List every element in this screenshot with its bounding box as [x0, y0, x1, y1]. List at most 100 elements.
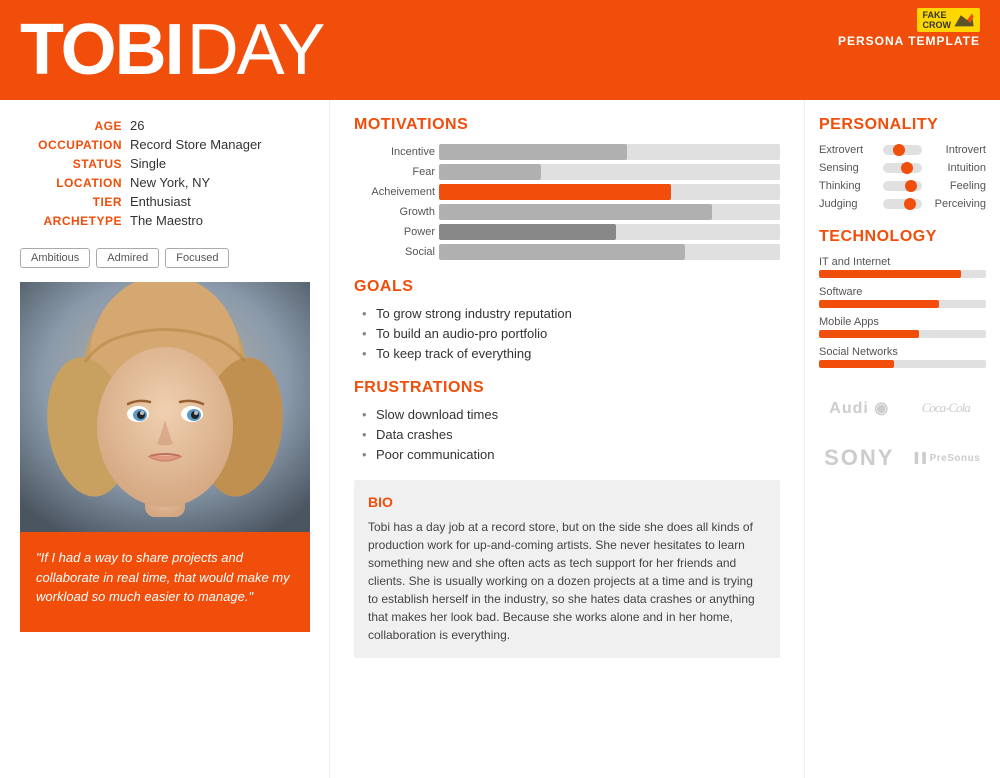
motivation-bar-row: Power [354, 224, 780, 240]
occupation-value: Record Store Manager [130, 137, 262, 152]
status-row: STATUS Single [22, 156, 307, 171]
middle-column: MOTIVATIONS IncentiveFearAcheivementGrow… [330, 100, 805, 778]
personality-section: PERSONALITY ExtrovertIntrovertSensingInt… [819, 116, 986, 210]
archetype-value: The Maestro [130, 213, 203, 228]
location-row: LOCATION New York, NY [22, 175, 307, 190]
first-name: TOBI [20, 14, 183, 86]
bar-track [439, 164, 780, 180]
tech-label: Mobile Apps [819, 316, 986, 328]
tech-bar-track [819, 330, 986, 338]
tech-label: Software [819, 286, 986, 298]
bar-track [439, 184, 780, 200]
profile-photo [20, 282, 310, 532]
bio-text: Tobi has a day job at a record store, bu… [368, 518, 766, 644]
bar-fill [439, 164, 541, 180]
trait-track [883, 199, 922, 209]
list-item: Slow download times [362, 407, 780, 422]
status-value: Single [130, 156, 166, 171]
frustrations-section: FRUSTRATIONS Slow download times Data cr… [354, 379, 780, 462]
goals-title: GOALS [354, 278, 780, 296]
list-item: Poor communication [362, 447, 780, 462]
trait-dot [905, 180, 917, 192]
left-column: AGE 26 OCCUPATION Record Store Manager S… [0, 100, 330, 778]
quote-box: "If I had a way to share projects and co… [20, 532, 310, 632]
tech-bar-fill [819, 270, 961, 278]
face-svg [20, 282, 310, 532]
fake-crow-label: FAKECROW [923, 10, 952, 30]
header: TOBI DAY FAKECROW PERSONA TEMPLATE [0, 0, 1000, 100]
motivation-bar-row: Social [354, 244, 780, 260]
trait-row: Judging Perceiving [819, 198, 986, 210]
tech-bar-track [819, 270, 986, 278]
goals-section: GOALS To grow strong industry reputation… [354, 278, 780, 361]
location-label: LOCATION [22, 176, 122, 190]
trait-track [883, 181, 922, 191]
trait-track [883, 145, 922, 155]
bar-track [439, 204, 780, 220]
list-item: To build an audio-pro portfolio [362, 326, 780, 341]
tech-row: IT and Internet [819, 256, 986, 278]
trait-row: ThinkingFeeling [819, 180, 986, 192]
brands-section: Audi ◉ Coca-Cola SONY ▐▐ PreSonus [819, 386, 986, 480]
tech-label: Social Networks [819, 346, 986, 358]
trait-dot [893, 144, 905, 156]
trait-left-label: Extrovert [819, 144, 879, 156]
trait-right-label: Introvert [926, 144, 986, 156]
frustrations-list: Slow download times Data crashes Poor co… [354, 407, 780, 462]
list-item: To grow strong industry reputation [362, 306, 780, 321]
location-value: New York, NY [130, 175, 210, 190]
bar-label: Fear [354, 166, 439, 178]
last-name: DAY [187, 14, 324, 86]
header-badge: FAKECROW PERSONA TEMPLATE [838, 8, 980, 48]
status-label: STATUS [22, 157, 122, 171]
trait-dot [904, 198, 916, 210]
tech-bar-track [819, 300, 986, 308]
tag-focused: Focused [165, 248, 229, 268]
brand-coca-cola: Coca-Cola [906, 386, 987, 430]
motivation-bar-row: Incentive [354, 144, 780, 160]
tag-admired: Admired [96, 248, 159, 268]
motivations-section: MOTIVATIONS IncentiveFearAcheivementGrow… [354, 116, 780, 260]
right-column: PERSONALITY ExtrovertIntrovertSensingInt… [805, 100, 1000, 778]
trait-row: Extrovert Introvert [819, 144, 986, 156]
list-item: To keep track of everything [362, 346, 780, 361]
tier-row: TIER Enthusiast [22, 194, 307, 209]
technology-section: TECHNOLOGY IT and InternetSoftwareMobile… [819, 228, 986, 368]
brand-sony: SONY [819, 436, 900, 480]
trait-track [883, 163, 922, 173]
bar-track [439, 244, 780, 260]
age-value: 26 [130, 118, 144, 133]
trait-right-label: Perceiving [926, 198, 986, 210]
trait-left-label: Thinking [819, 180, 879, 192]
crow-icon [954, 12, 974, 28]
bar-label: Power [354, 226, 439, 238]
bar-label: Social [354, 246, 439, 258]
bar-label: Acheivement [354, 186, 439, 198]
tags-row: Ambitious Admired Focused [20, 248, 309, 268]
tech-row: Software [819, 286, 986, 308]
age-label: AGE [22, 119, 122, 133]
motivation-bar-row: Acheivement [354, 184, 780, 200]
persona-label: PERSONA TEMPLATE [838, 34, 980, 48]
trait-right-label: Intuition [926, 162, 986, 174]
frustrations-title: FRUSTRATIONS [354, 379, 780, 397]
tier-value: Enthusiast [130, 194, 191, 209]
personality-traits: ExtrovertIntrovertSensingIntuitionThinki… [819, 144, 986, 210]
tech-bar-fill [819, 360, 894, 368]
occupation-row: OCCUPATION Record Store Manager [22, 137, 307, 152]
bar-label: Growth [354, 206, 439, 218]
motivation-bar-row: Growth [354, 204, 780, 220]
profile-info: AGE 26 OCCUPATION Record Store Manager S… [20, 116, 309, 234]
motivation-bar-row: Fear [354, 164, 780, 180]
technology-bars: IT and Internet Software Mobile Apps Social… [819, 256, 986, 368]
bar-fill [439, 244, 685, 260]
tech-row: Mobile Apps [819, 316, 986, 338]
goals-list: To grow strong industry reputation To bu… [354, 306, 780, 361]
bar-fill [439, 144, 627, 160]
tag-ambitious: Ambitious [20, 248, 90, 268]
main-content: AGE 26 OCCUPATION Record Store Manager S… [0, 100, 1000, 778]
bar-track [439, 224, 780, 240]
age-row: AGE 26 [22, 118, 307, 133]
tech-bar-track [819, 360, 986, 368]
trait-left-label: Judging [819, 198, 879, 210]
